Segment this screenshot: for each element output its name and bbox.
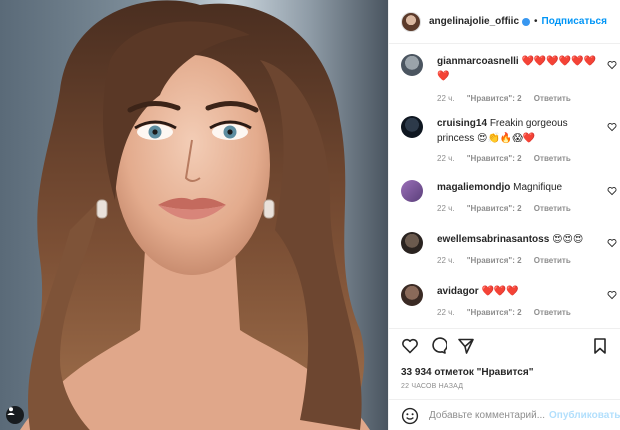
comment-body: avidagor ❤️❤️❤️ <box>437 284 599 299</box>
avatar[interactable] <box>401 116 423 138</box>
heart-outline-icon[interactable] <box>607 186 617 196</box>
follow-button[interactable]: Подписаться <box>542 16 607 27</box>
bookmark-icon[interactable] <box>591 337 609 355</box>
comment-meta: 22 ч. "Нравится": 2 Ответить <box>437 94 581 103</box>
post-header: angelinajolie_offiic • Подписаться <box>389 0 620 44</box>
reply-button[interactable]: Ответить <box>534 154 571 163</box>
comment-time[interactable]: 22 ч. <box>437 154 455 163</box>
reply-button[interactable]: Ответить <box>534 308 571 317</box>
comment-meta: 22 ч. "Нравится": 2 Ответить <box>437 204 581 213</box>
comments-list[interactable]: gianmarcoasnelli ❤️❤️❤️❤️❤️❤️❤️ 22 ч. "Н… <box>389 44 620 324</box>
avatar[interactable] <box>401 284 423 306</box>
comment-body: cruising14 Freakin gorgeous princess 😍👏🔥… <box>437 116 599 146</box>
heart-outline-icon[interactable] <box>607 122 617 132</box>
comment-username[interactable]: avidagor <box>437 286 479 297</box>
paper-plane-icon[interactable] <box>457 337 475 355</box>
author-username[interactable]: angelinajolie_offiic <box>429 16 519 27</box>
comment-input[interactable] <box>429 410 547 421</box>
comment-time[interactable]: 22 ч. <box>437 256 455 265</box>
heart-outline-icon[interactable] <box>607 238 617 248</box>
comment-username[interactable]: cruising14 <box>437 118 487 129</box>
post-actions: 33 934 отметок "Нравится" 22 ЧАСОВ НАЗАД… <box>389 328 620 430</box>
comment-likes[interactable]: "Нравится": 2 <box>467 94 522 103</box>
heart-outline-icon[interactable] <box>401 337 419 355</box>
comment-likes[interactable]: "Нравится": 2 <box>467 154 522 163</box>
comment-time[interactable]: 22 ч. <box>437 308 455 317</box>
comment-body: ewellemsabrinasantoss 😍😍😍 <box>437 232 599 247</box>
comment-likes[interactable]: "Нравится": 2 <box>467 256 522 265</box>
comment-likes[interactable]: "Нравится": 2 <box>467 204 522 213</box>
comment-time[interactable]: 22 ч. <box>437 94 455 103</box>
add-comment-bar: Опубликовать <box>389 399 620 430</box>
post-side-panel: angelinajolie_offiic • Подписаться gianm… <box>388 0 620 430</box>
comment-body: gianmarcoasnelli ❤️❤️❤️❤️❤️❤️❤️ <box>437 54 599 84</box>
post-photo[interactable] <box>0 0 388 430</box>
publish-button[interactable]: Опубликовать <box>549 410 620 421</box>
header-separator: • <box>534 16 538 27</box>
likes-count[interactable]: 33 934 отметок "Нравится" <box>401 367 533 378</box>
comment-username[interactable]: ewellemsabrinasantoss <box>437 234 549 245</box>
reply-button[interactable]: Ответить <box>534 94 571 103</box>
avatar[interactable] <box>401 232 423 254</box>
reply-button[interactable]: Ответить <box>534 204 571 213</box>
reply-button[interactable]: Ответить <box>534 256 571 265</box>
heart-outline-icon[interactable] <box>607 60 617 70</box>
speech-bubble-icon[interactable] <box>429 337 447 355</box>
smiley-icon[interactable] <box>401 407 419 425</box>
avatar[interactable] <box>401 54 423 76</box>
avatar[interactable] <box>401 180 423 202</box>
comment-meta: 22 ч. "Нравится": 2 Ответить <box>437 308 581 317</box>
avatar[interactable] <box>401 11 421 32</box>
comment-meta: 22 ч. "Нравится": 2 Ответить <box>437 256 581 265</box>
verified-badge-icon <box>522 17 531 26</box>
comment-username[interactable]: gianmarcoasnelli <box>437 56 519 67</box>
comment-body: magaliemondjo Magnifique <box>437 180 599 195</box>
comment-username[interactable]: magaliemondjo <box>437 182 510 193</box>
post-timestamp[interactable]: 22 ЧАСОВ НАЗАД <box>401 383 463 390</box>
user-tag-icon[interactable] <box>6 406 24 424</box>
comment-meta: 22 ч. "Нравится": 2 Ответить <box>437 154 581 163</box>
comment-likes[interactable]: "Нравится": 2 <box>467 308 522 317</box>
comment-text: ❤️❤️❤️ <box>481 286 519 297</box>
comment-text: 😍😍😍 <box>552 234 584 245</box>
comment-time[interactable]: 22 ч. <box>437 204 455 213</box>
portrait-image <box>20 0 370 430</box>
heart-outline-icon[interactable] <box>607 290 617 300</box>
comment-text: Magnifique <box>513 182 563 193</box>
